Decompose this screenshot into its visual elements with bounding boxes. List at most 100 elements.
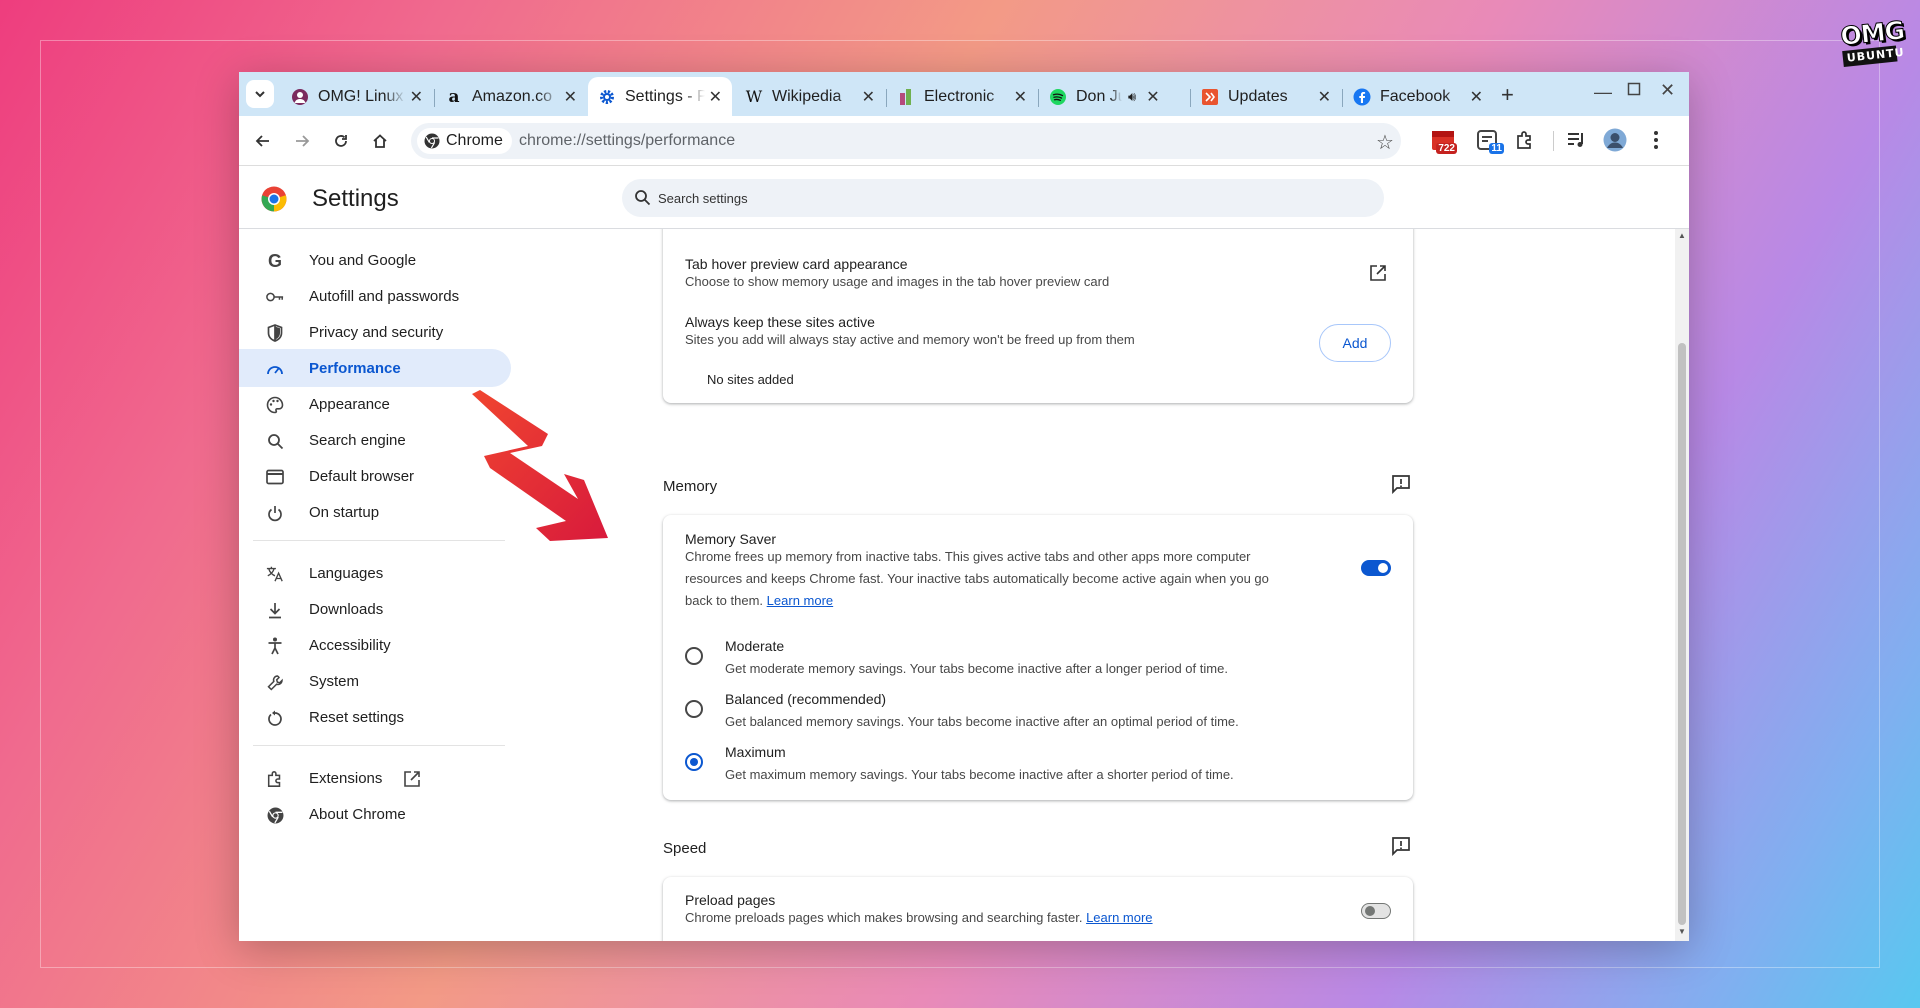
extension-badge: 11	[1489, 143, 1504, 154]
sidebar-item-you-and-google[interactable]: G You and Google	[239, 241, 511, 279]
sidebar-item-search-engine[interactable]: Search engine	[239, 421, 511, 459]
forward-arrow-icon	[296, 135, 310, 147]
maximum-description: Get maximum memory savings. Your tabs be…	[725, 767, 1234, 782]
scrollbar-thumb[interactable]	[1678, 343, 1686, 925]
url-text[interactable]: chrome://settings/performance	[519, 132, 735, 150]
tab-title: Don Juan	[1076, 87, 1122, 105]
moderate-radio[interactable]	[685, 647, 703, 665]
moderate-label: Moderate	[725, 638, 785, 654]
tab-title: Facebook	[1380, 87, 1451, 105]
sidebar-item-on-startup[interactable]: On startup	[239, 493, 511, 531]
balanced-label: Balanced (recommended)	[725, 691, 887, 707]
sidebar-item-autofill[interactable]: Autofill and passwords	[239, 277, 511, 315]
power-icon	[266, 504, 284, 522]
speaker-icon[interactable]: 🔊︎	[1128, 89, 1136, 105]
sidebar-item-appearance[interactable]: Appearance	[239, 385, 511, 423]
balanced-radio[interactable]	[685, 700, 703, 718]
maximum-radio[interactable]	[685, 753, 703, 771]
back-button[interactable]	[251, 129, 275, 153]
media-controls-button[interactable]	[1567, 131, 1587, 154]
tab-search-button[interactable]	[246, 80, 274, 108]
settings-content: Tab hover preview card appearance Choose…	[521, 229, 1689, 941]
extensions-button[interactable]	[1515, 130, 1535, 155]
tab-wikipedia[interactable]: W Wikipedia ✕	[735, 77, 885, 116]
amazon-favicon-icon: a	[448, 86, 460, 107]
speed-heading: Speed	[663, 840, 707, 857]
search-icon	[635, 190, 651, 206]
home-button[interactable]	[368, 129, 392, 153]
preload-toggle[interactable]	[1361, 903, 1391, 919]
open-in-new-icon[interactable]	[1369, 264, 1387, 287]
wrench-icon	[266, 673, 284, 691]
close-icon[interactable]: ✕	[1146, 87, 1159, 107]
tab-facebook[interactable]: Facebook ✕	[1343, 77, 1493, 116]
sidebar-item-label: Default browser	[309, 468, 415, 485]
tab-omg-linux[interactable]: OMG! Linux ✕	[281, 77, 433, 116]
close-icon[interactable]: ✕	[1318, 87, 1331, 107]
forward-button[interactable]	[290, 129, 314, 153]
sidebar-item-extensions[interactable]: Extensions	[239, 759, 511, 797]
speed-card: Preload pages Chrome preloads pages whic…	[663, 877, 1413, 941]
scrollbar[interactable]: ▲ ▼	[1675, 229, 1689, 941]
sidebar-item-accessibility[interactable]: Accessibility	[239, 626, 511, 664]
tab-updates[interactable]: Updates ✕	[1191, 77, 1341, 116]
menu-button[interactable]	[1653, 130, 1659, 155]
add-site-button[interactable]: Add	[1319, 324, 1391, 362]
moderate-description: Get moderate memory savings. Your tabs b…	[725, 661, 1228, 676]
address-bar[interactable]: Chrome chrome://settings/performance ☆	[411, 123, 1401, 159]
site-chip[interactable]: Chrome	[417, 128, 512, 154]
scroll-up-icon[interactable]: ▲	[1678, 231, 1686, 240]
tab-amazon[interactable]: a Amazon.co ✕	[435, 77, 587, 116]
puzzle-icon	[266, 770, 284, 788]
google-g-icon: G	[267, 250, 282, 271]
sidebar-item-label: Appearance	[309, 396, 390, 413]
sidebar-item-about-chrome[interactable]: About Chrome	[239, 795, 511, 833]
scroll-down-icon[interactable]: ▼	[1678, 927, 1686, 936]
sidebar-item-label: Languages	[309, 565, 384, 582]
sidebar-item-system[interactable]: System	[239, 662, 511, 700]
toggle-knob	[1365, 906, 1375, 916]
close-icon[interactable]: ✕	[862, 87, 875, 107]
sidebar-item-default-browser[interactable]: Default browser	[239, 457, 511, 495]
maximize-icon[interactable]	[1627, 80, 1641, 101]
maximum-label: Maximum	[725, 744, 786, 760]
close-icon[interactable]: ✕	[564, 87, 577, 107]
tab-spotify[interactable]: Don Juan 🔊︎ ✕	[1039, 77, 1189, 116]
tab-settings[interactable]: Settings - Performance ✕	[588, 77, 732, 116]
learn-more-link[interactable]: Learn more	[767, 593, 833, 608]
sidebar-item-reset-settings[interactable]: Reset settings	[239, 698, 511, 736]
close-icon[interactable]: ✕	[709, 87, 722, 107]
open-in-new-icon	[403, 770, 421, 793]
search-input[interactable]	[658, 179, 1358, 217]
close-icon[interactable]: ✕	[1470, 87, 1483, 107]
sidebar-item-downloads[interactable]: Downloads	[239, 590, 511, 628]
learn-more-link[interactable]: Learn more	[1086, 910, 1152, 925]
feedback-icon[interactable]	[1391, 836, 1411, 857]
translate-icon	[266, 565, 284, 583]
chrome-icon	[266, 806, 284, 824]
memory-saver-toggle[interactable]	[1361, 560, 1391, 576]
close-window-icon[interactable]: ✕	[1660, 80, 1675, 101]
tab-electronic[interactable]: Electronic ✕	[887, 77, 1037, 116]
sidebar-item-privacy[interactable]: Privacy and security	[239, 313, 511, 351]
close-icon[interactable]: ✕	[1014, 87, 1027, 107]
minimize-icon[interactable]: —	[1594, 82, 1612, 103]
new-tab-button[interactable]: +	[1501, 82, 1514, 108]
star-icon[interactable]: ☆	[1376, 130, 1394, 155]
sidebar-item-languages[interactable]: Languages	[239, 554, 511, 592]
reload-button[interactable]	[329, 129, 353, 153]
browser-window-icon	[266, 468, 284, 486]
toggle-knob	[1378, 563, 1388, 573]
profile-avatar[interactable]	[1603, 128, 1627, 157]
wikipedia-favicon-icon: W	[745, 87, 763, 106]
close-icon[interactable]: ✕	[410, 87, 423, 107]
settings-search[interactable]	[622, 179, 1384, 217]
tab-title: Wikipedia	[772, 87, 842, 105]
extension-tasks-button[interactable]: 11	[1476, 129, 1504, 154]
sidebar-item-performance[interactable]: Performance	[239, 349, 511, 387]
keep-active-title: Always keep these sites active	[685, 314, 875, 330]
feedback-icon[interactable]	[1391, 474, 1411, 495]
extension-calendar-button[interactable]: 722	[1431, 129, 1457, 154]
page-title: Settings	[312, 185, 399, 212]
palette-icon	[266, 396, 284, 414]
